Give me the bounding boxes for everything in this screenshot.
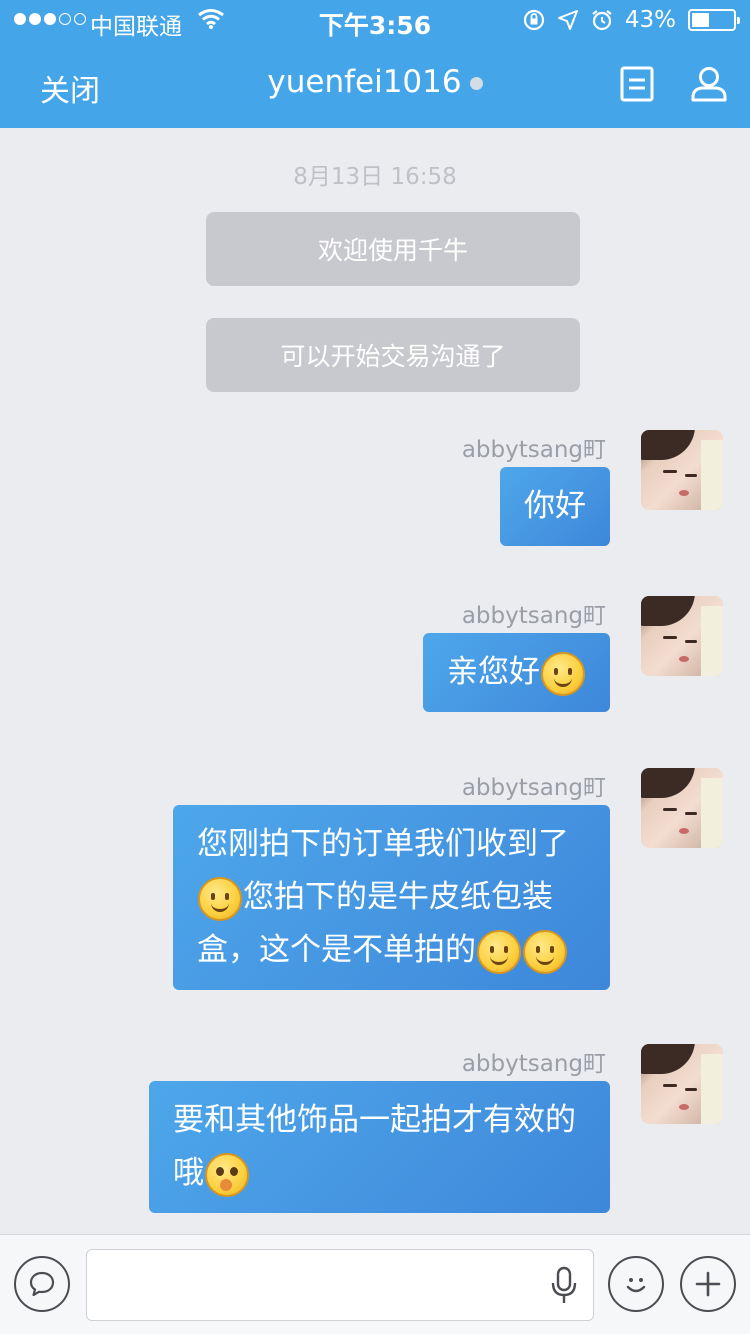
shy-emoji-icon [205,1152,249,1197]
quick-reply-button[interactable] [14,1256,70,1312]
emoji-button[interactable] [608,1256,664,1312]
avatar-hair [641,1044,695,1074]
sender-avatar[interactable] [641,596,723,676]
chat-bubble-icon [29,1271,55,1297]
more-options-button[interactable] [680,1256,736,1312]
avatar-mouth [679,656,689,662]
smile-emoji-icon [541,651,585,696]
smile-emoji-icon [523,929,567,974]
top-header: 中国联通 下午3:56 43% 关闭 yuenfei1016 [0,0,750,128]
message-line: 哦 [173,1147,586,1200]
avatar-mouth [679,1104,689,1110]
sender-avatar[interactable] [641,430,723,510]
message-bubble[interactable]: 您刚拍下的订单我们收到了 您拍下的是牛皮纸包装 盒，这个是不单拍的 [173,805,610,990]
avatar-eye [685,640,697,643]
battery-fill [692,13,710,27]
message-sender: abbytsang町 [461,775,606,801]
order-document-icon[interactable] [620,66,654,102]
message-line: 要和其他饰品一起拍才有效的 [173,1094,586,1147]
user-profile-icon[interactable] [690,66,728,102]
message-line: 您刚拍下的订单我们收到了 [197,818,586,871]
message-line: 您拍下的是牛皮纸包装 [197,871,586,924]
avatar-eye [663,636,677,639]
avatar-eye [685,812,697,815]
message-bubble[interactable]: 你好 [500,467,610,546]
message-text: 盒，这个是不单拍的 [197,932,476,968]
message-line: 盒，这个是不单拍的 [197,924,586,977]
message-sender: abbytsang町 [461,437,606,463]
sender-avatar[interactable] [641,1044,723,1124]
system-message: 可以开始交易沟通了 [206,318,580,392]
message-bubble[interactable]: 要和其他饰品一起拍才有效的 哦 [149,1081,610,1213]
online-status-dot [469,77,483,90]
message-input-bar [0,1234,750,1334]
avatar-eye [685,474,697,477]
smile-emoji-icon [198,876,242,921]
avatar-pillow [701,778,723,848]
message-sender: abbytsang町 [461,603,606,629]
avatar-hair [641,768,695,798]
location-icon [557,10,578,30]
avatar-mouth [679,490,689,496]
battery-icon [688,9,740,31]
avatar-eye [663,470,677,473]
plus-icon [695,1271,721,1297]
message-sender: abbytsang町 [461,1051,606,1077]
avatar-mouth [679,828,689,834]
microphone-icon[interactable] [549,1266,579,1306]
status-bar: 中国联通 下午3:56 43% [0,0,750,40]
message-text: 你好 [524,488,586,524]
message-text: 亲您好 [447,654,540,690]
message-text: 哦 [173,1155,204,1191]
battery-percent: 43% [624,7,676,33]
alarm-icon [592,10,612,31]
message-text: 您刚拍下的订单我们收到了 [197,826,569,862]
avatar-pillow [701,1054,723,1124]
avatar-eye [663,808,677,811]
avatar-pillow [701,606,723,676]
system-message: 欢迎使用千牛 [206,212,580,286]
message-text: 您拍下的是牛皮纸包装 [243,879,553,915]
avatar-eye [685,1088,697,1091]
smiley-icon [626,1278,646,1293]
message-text: 要和其他饰品一起拍才有效的 [173,1102,576,1138]
contact-name: yuenfei1016 [267,64,462,100]
avatar-pillow [701,440,723,510]
message-bubble[interactable]: 亲您好 [423,633,610,712]
rotation-lock-icon [523,9,544,31]
status-right-group: 43% [523,7,740,33]
chat-timestamp: 8月13日 16:58 [293,164,457,190]
avatar-eye [663,1084,677,1087]
sender-avatar[interactable] [641,768,723,848]
avatar-hair [641,430,695,460]
smile-emoji-icon [477,929,521,974]
message-text-input[interactable] [86,1249,594,1321]
avatar-hair [641,596,695,626]
